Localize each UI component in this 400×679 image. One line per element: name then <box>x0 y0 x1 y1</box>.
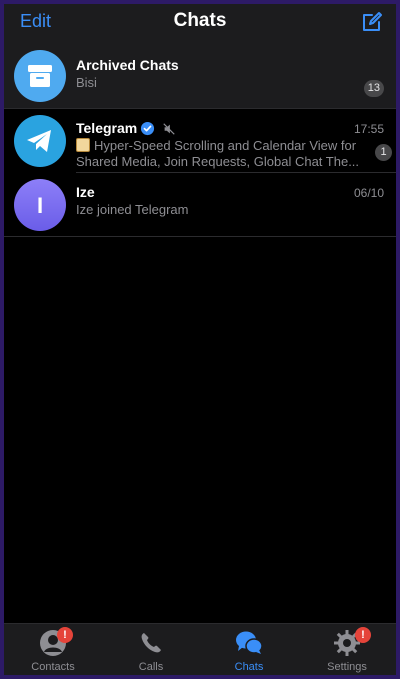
muted-speaker-icon <box>163 123 175 135</box>
archived-title: Archived Chats <box>76 57 179 73</box>
chat-preview-line2: Shared Media, Join Requests, Global Chat… <box>76 154 360 169</box>
archived-preview: Bisi <box>76 75 97 90</box>
settings-badge: ! <box>355 627 371 643</box>
contacts-badge: ! <box>57 627 73 643</box>
chat-preview-line1: Hyper-Speed Scrolling and Calendar View … <box>76 138 376 154</box>
page-title: Chats <box>173 10 227 31</box>
nav-header: Edit Chats <box>4 4 396 44</box>
chat-row-telegram[interactable]: Telegram 17:55 Hyper-Speed Scrolling and… <box>4 109 396 173</box>
chat-time: 17:55 <box>353 122 384 136</box>
tab-label: Calls <box>138 661 164 673</box>
tab-label: Settings <box>327 661 367 673</box>
tab-calls[interactable]: Calls <box>102 624 200 675</box>
telegram-avatar <box>14 115 66 167</box>
ize-avatar: I <box>14 179 66 231</box>
paper-plane-icon <box>27 130 51 152</box>
avatar-letter: I <box>36 193 44 218</box>
chat-preview: Ize joined Telegram <box>76 202 189 217</box>
chat-bubbles-icon <box>236 631 263 654</box>
chat-name: Ize <box>76 184 95 200</box>
tab-contacts[interactable]: ! Contacts <box>4 624 102 675</box>
chats-screen: Edit Chats Archived Chats Bisi 13 Telegr… <box>4 4 396 675</box>
tab-bar: ! Contacts Calls Chats ! Settings <box>4 623 396 675</box>
chat-row-ize[interactable]: I Ize 06/10 Ize joined Telegram <box>4 173 396 237</box>
archived-chats-row[interactable]: Archived Chats Bisi 13 <box>4 44 396 109</box>
tab-label: Chats <box>234 661 264 673</box>
emoji-icon <box>76 138 90 152</box>
phone-frame: Edit Chats Archived Chats Bisi 13 Telegr… <box>0 0 400 679</box>
unread-badge: 1 <box>375 144 392 161</box>
archive-box-icon <box>28 65 52 87</box>
tab-label: Contacts <box>31 661 75 673</box>
chat-time: 06/10 <box>353 186 384 200</box>
archived-count-badge: 13 <box>363 80 384 97</box>
chat-preview-text-1: Hyper-Speed Scrolling and Calendar View … <box>94 138 357 153</box>
verified-badge-icon <box>140 121 155 136</box>
tab-settings[interactable]: ! Settings <box>298 624 396 675</box>
tab-chats[interactable]: Chats <box>200 624 298 675</box>
row-divider <box>4 236 396 237</box>
compose-icon[interactable] <box>360 10 384 34</box>
chat-name: Telegram <box>76 120 138 136</box>
phone-icon <box>141 633 161 653</box>
archived-avatar <box>14 50 66 102</box>
